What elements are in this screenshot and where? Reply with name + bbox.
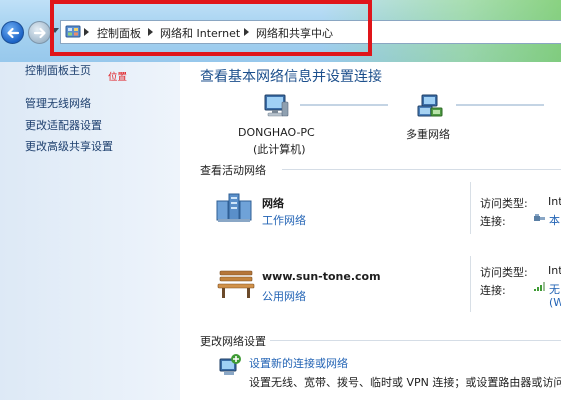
- sidebar-link-manage-wireless[interactable]: 管理无线网络: [25, 95, 91, 111]
- main-panel: [180, 62, 561, 400]
- wireless-signal-icon: [534, 282, 545, 291]
- sidebar-link-adapter-settings[interactable]: 更改适配器设置: [25, 117, 102, 133]
- sidebar: [0, 62, 180, 400]
- connection-line: [456, 104, 544, 106]
- multiple-networks-label: 多重网络: [406, 128, 450, 141]
- computer-subtitle: (此计算机): [253, 143, 306, 156]
- sidebar-link-advanced-sharing[interactable]: 更改高级共享设置: [25, 138, 113, 154]
- network-2-type-link[interactable]: 公用网络: [262, 288, 306, 304]
- network-2-name: www.sun-tone.com: [262, 270, 381, 283]
- network-2-connection-ssid[interactable]: (W: [549, 296, 561, 309]
- network-1-access-value: Int: [548, 195, 561, 208]
- network-2-connection-link[interactable]: 无: [549, 281, 560, 297]
- network-1-connection-label: 连接:: [480, 215, 506, 228]
- network-1-connection-link[interactable]: 本: [549, 212, 560, 228]
- ethernet-icon: [534, 214, 545, 221]
- network-2-access-value: Int: [548, 264, 561, 277]
- annotation-label: 位置: [108, 72, 128, 83]
- connection-line: [300, 104, 388, 106]
- section-divider: [270, 340, 561, 341]
- arrow-right-icon: [33, 27, 46, 39]
- new-connection-icon[interactable]: [216, 353, 242, 379]
- network-1-type-link[interactable]: 工作网络: [262, 212, 306, 228]
- page-title: 查看基本网络信息并设置连接: [200, 69, 382, 85]
- arrow-left-icon: [7, 27, 20, 39]
- column-divider: [470, 182, 471, 234]
- work-network-icon[interactable]: [215, 192, 253, 224]
- active-networks-heading: 查看活动网络: [200, 164, 266, 177]
- network-1-name: 网络: [262, 197, 284, 210]
- computer-name: DONGHAO-PC: [238, 126, 315, 139]
- network-2-access-label: 访问类型:: [480, 266, 528, 279]
- section-divider: [282, 169, 561, 170]
- annotation-highlight-box: [50, 0, 372, 56]
- change-settings-heading: 更改网络设置: [200, 335, 266, 348]
- setup-connection-link[interactable]: 设置新的连接或网络: [249, 355, 348, 371]
- network-2-connection-label: 连接:: [480, 284, 506, 297]
- multiple-networks-icon[interactable]: [415, 93, 445, 121]
- network-1-access-label: 访问类型:: [480, 197, 528, 210]
- computer-icon[interactable]: [262, 94, 290, 120]
- column-divider: [470, 256, 471, 312]
- setup-connection-description: 设置无线、宽带、拨号、临时或 VPN 连接；或设置路由器或访问点: [249, 376, 561, 389]
- forward-button[interactable]: [28, 21, 51, 44]
- back-button[interactable]: [1, 21, 24, 44]
- sidebar-link-home[interactable]: 控制面板主页: [25, 62, 91, 78]
- public-network-bench-icon[interactable]: [216, 268, 256, 300]
